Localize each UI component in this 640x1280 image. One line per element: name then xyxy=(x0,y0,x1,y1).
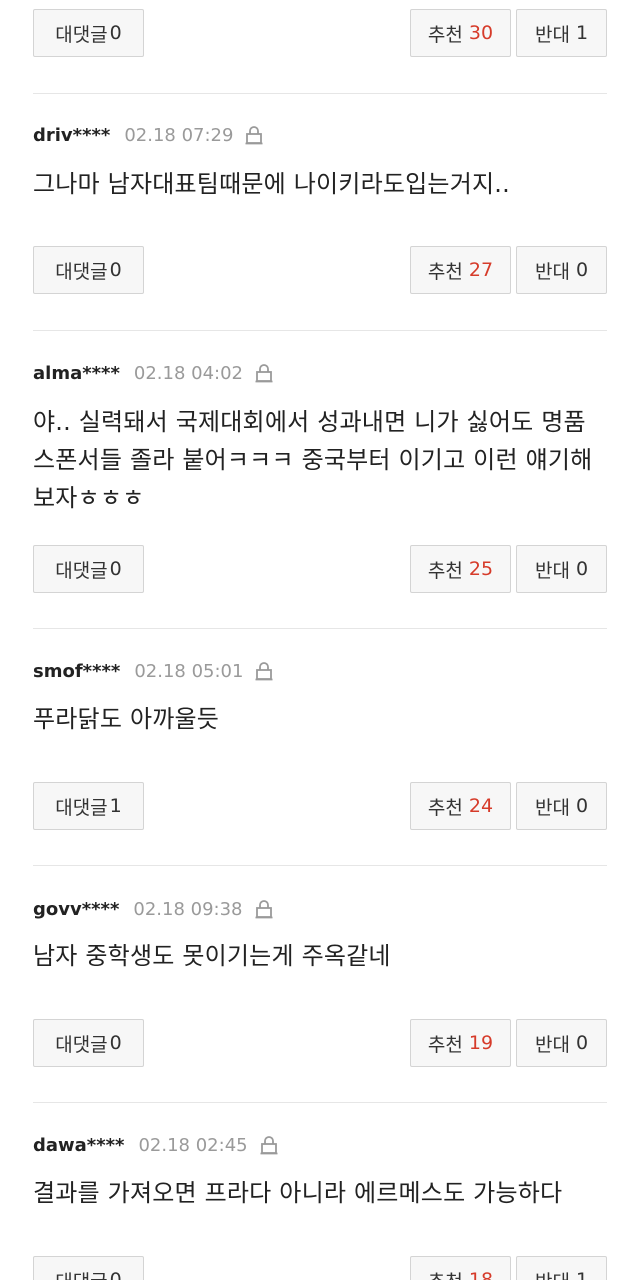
recommend-button[interactable]: 추천 25 xyxy=(410,545,511,593)
oppose-label: 반대 xyxy=(534,1033,570,1056)
comment-text: 그나마 남자대표팀때문에 나이키라도입는거지.. xyxy=(33,170,510,198)
oppose-label: 반대 xyxy=(534,260,570,283)
comment-meta: smof**** 02.18 05:01 xyxy=(33,658,273,684)
oppose-count: 0 xyxy=(575,795,589,817)
reply-count: 1 xyxy=(109,795,122,817)
oppose-count: 0 xyxy=(575,1032,589,1054)
divider xyxy=(33,865,607,866)
lock-icon xyxy=(245,126,263,145)
comment-actions: 대댓글 0 추천 30 반대 1 xyxy=(33,9,607,59)
comment-meta: dawa**** 02.18 02:45 xyxy=(33,1132,278,1158)
recommend-button[interactable]: 추천 18 xyxy=(410,1256,511,1280)
comment-timestamp: 02.18 02:45 xyxy=(138,1134,248,1156)
recommend-label: 추천 xyxy=(427,1033,463,1056)
oppose-button[interactable]: 반대 0 xyxy=(516,246,607,294)
comment-actions: 대댓글 0 추천 18 반대 1 xyxy=(33,1256,607,1280)
oppose-label: 반대 xyxy=(534,796,570,819)
reply-label: 대댓글 xyxy=(55,559,108,582)
oppose-button[interactable]: 반대 1 xyxy=(516,1256,607,1280)
oppose-count: 0 xyxy=(575,259,589,281)
divider xyxy=(33,330,607,331)
oppose-label: 반대 xyxy=(534,559,570,582)
recommend-count: 18 xyxy=(468,1269,494,1280)
comment-actions: 대댓글 0 추천 19 반대 0 xyxy=(33,1019,607,1069)
reply-label: 대댓글 xyxy=(55,23,108,46)
oppose-button[interactable]: 반대 0 xyxy=(516,1019,607,1067)
comment-actions: 대댓글 0 추천 25 반대 0 xyxy=(33,545,607,595)
recommend-label: 추천 xyxy=(427,559,463,582)
comment-timestamp: 02.18 04:02 xyxy=(133,362,243,384)
comment-meta: alma**** 02.18 04:02 xyxy=(33,360,273,386)
reply-label: 대댓글 xyxy=(55,1267,107,1280)
oppose-button[interactable]: 반대 0 xyxy=(516,545,607,593)
recommend-count: 27 xyxy=(468,259,494,281)
comment-text: 야.. 실력돼서 국제대회에서 성과내면 니가 싫어도 명품 스폰서들 졸라 붙… xyxy=(33,408,593,512)
comment-username[interactable]: driv**** xyxy=(33,125,110,146)
recommend-label: 추천 xyxy=(428,1267,463,1280)
recommend-label: 추천 xyxy=(427,23,463,46)
reply-button[interactable]: 대댓글 0 xyxy=(33,246,144,294)
divider xyxy=(33,628,607,629)
reply-count: 0 xyxy=(109,558,122,580)
recommend-count: 24 xyxy=(468,795,494,817)
recommend-label: 추천 xyxy=(427,796,463,819)
comment-list: 대댓글 0 추천 30 반대 1 driv**** 02.18 07:29 그나… xyxy=(0,0,640,1280)
oppose-count: 1 xyxy=(575,1269,589,1280)
lock-icon xyxy=(255,662,273,681)
oppose-label: 반대 xyxy=(535,1267,570,1280)
oppose-count: 1 xyxy=(575,22,589,44)
lock-icon xyxy=(255,900,272,919)
oppose-label: 반대 xyxy=(534,23,570,46)
comment-text: 남자 중학생도 못이기는게 주옥같네 xyxy=(33,942,391,970)
comment-timestamp: 02.18 09:38 xyxy=(133,898,243,920)
comment-actions: 대댓글 1 추천 24 반대 0 xyxy=(33,782,607,832)
reply-button[interactable]: 대댓글 0 xyxy=(33,545,144,593)
reply-label: 대댓글 xyxy=(55,796,108,819)
reply-count: 0 xyxy=(109,1032,122,1054)
oppose-button[interactable]: 반대 0 xyxy=(516,782,607,830)
comment-text: 결과를 가져오면 프라다 아니라 에르메스도 가능하다 xyxy=(33,1179,563,1207)
comment-meta: govv**** 02.18 09:38 xyxy=(33,896,273,922)
comment-username[interactable]: dawa**** xyxy=(33,1135,124,1156)
reply-count: 0 xyxy=(109,259,122,281)
comment-username[interactable]: alma**** xyxy=(33,363,120,384)
recommend-button[interactable]: 추천 24 xyxy=(410,782,511,830)
reply-button[interactable]: 대댓글 0 xyxy=(33,9,144,57)
recommend-count: 30 xyxy=(468,22,494,44)
recommend-button[interactable]: 추천 19 xyxy=(410,1019,511,1067)
comment-username[interactable]: smof**** xyxy=(33,661,120,682)
divider xyxy=(33,93,607,94)
recommend-button[interactable]: 추천 30 xyxy=(410,9,511,57)
comment-timestamp: 02.18 05:01 xyxy=(134,660,244,682)
recommend-count: 25 xyxy=(468,558,494,580)
oppose-count: 0 xyxy=(575,558,589,580)
lock-icon xyxy=(260,1136,278,1155)
reply-button[interactable]: 대댓글 0 xyxy=(33,1256,144,1280)
recommend-label: 추천 xyxy=(427,260,463,283)
comment-timestamp: 02.18 07:29 xyxy=(124,124,234,146)
oppose-button[interactable]: 반대 1 xyxy=(516,9,607,57)
reply-count: 0 xyxy=(109,1269,122,1280)
reply-count: 0 xyxy=(109,22,122,44)
reply-label: 대댓글 xyxy=(55,1033,108,1056)
recommend-button[interactable]: 추천 27 xyxy=(410,246,511,294)
lock-icon xyxy=(255,364,273,383)
comment-text: 푸라닭도 아까울듯 xyxy=(33,705,220,733)
reply-button[interactable]: 대댓글 1 xyxy=(33,782,144,830)
recommend-count: 19 xyxy=(468,1032,494,1054)
comment-meta: driv**** 02.18 07:29 xyxy=(33,122,263,148)
comment-username[interactable]: govv**** xyxy=(33,899,119,920)
comment-actions: 대댓글 0 추천 27 반대 0 xyxy=(33,246,607,296)
divider xyxy=(33,1102,607,1103)
reply-button[interactable]: 대댓글 0 xyxy=(33,1019,144,1067)
reply-label: 대댓글 xyxy=(55,260,108,283)
